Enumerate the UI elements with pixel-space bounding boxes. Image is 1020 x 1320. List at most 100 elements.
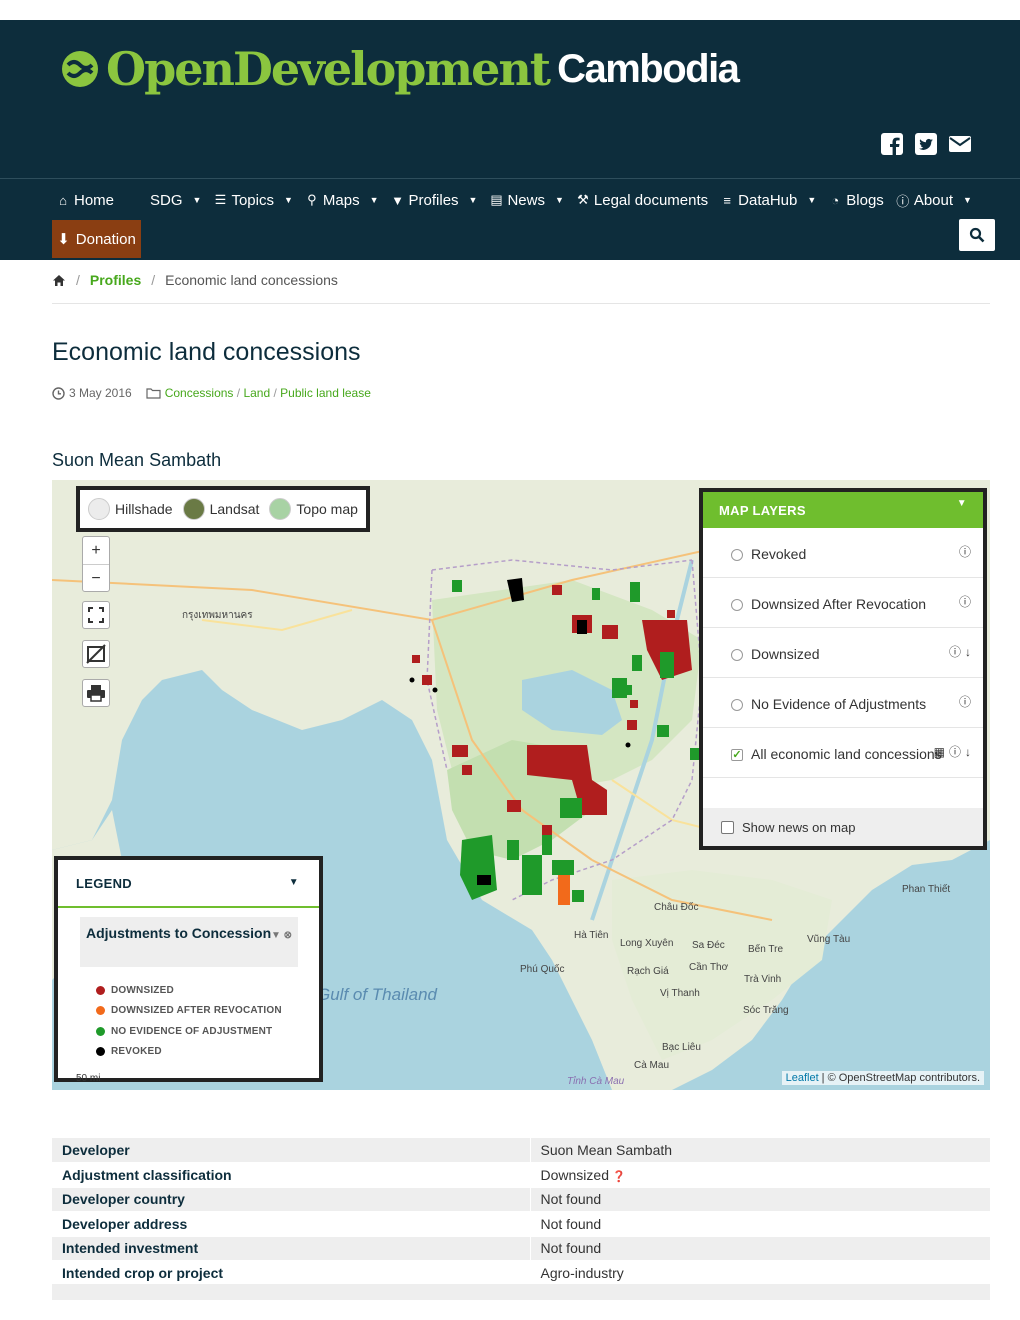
site-logo[interactable]: OpenDevelopment Cambodia — [60, 42, 740, 96]
basemap-switcher: Hillshade Landsat Topo map — [76, 486, 370, 532]
layer-radio[interactable] — [731, 649, 743, 661]
nav-item-blogs[interactable]: ◔ Blogs — [828, 189, 884, 211]
basemap-hillshade[interactable]: Hillshade — [84, 498, 177, 520]
map-place-label: Cần Thơ — [689, 962, 729, 973]
map-layer-tools: ⓘ — [959, 590, 971, 615]
basemap-label: Hillshade — [115, 501, 173, 517]
envelope-icon[interactable] — [948, 132, 972, 156]
details-row: Intended crop or project Agro-industry — [52, 1260, 990, 1286]
info-icon[interactable]: ⓘ — [949, 640, 961, 665]
layer-radio[interactable] — [731, 599, 743, 611]
zoom-out-button[interactable]: − — [83, 565, 109, 593]
map-place-label: Vũng Tàu — [807, 934, 851, 945]
donation-button[interactable]: ⬇ Donation — [52, 220, 141, 258]
home-icon[interactable] — [52, 274, 66, 287]
nav-item-about[interactable]: ⓘ About ▼ — [896, 189, 972, 211]
basemap-landsat[interactable]: Landsat — [179, 498, 264, 520]
map-layer-item[interactable]: Downsized After Revocation ⓘ — [703, 578, 983, 628]
map-layers-header[interactable]: MAP LAYERS ▼ — [703, 492, 983, 528]
show-news-checkbox[interactable] — [721, 820, 734, 834]
post-tag-link[interactable]: Public land lease — [280, 386, 371, 400]
breadcrumb-profiles-link[interactable]: Profiles — [90, 272, 141, 288]
nav-item-datahub[interactable]: ≡ DataHub ▼ — [720, 189, 816, 211]
caret-down-icon: ▼ — [956, 498, 967, 509]
details-key: Intended crop or project — [52, 1260, 531, 1286]
info-icon[interactable]: ⓘ — [959, 590, 971, 615]
nav-item-news[interactable]: ▤ News ▼ — [489, 189, 564, 211]
show-news-toggle[interactable]: Show news on map — [703, 808, 983, 846]
layer-radio[interactable] — [731, 699, 743, 711]
zoom-in-button[interactable]: + — [83, 537, 109, 565]
legend-group-controls[interactable]: ▼ ⊗ — [271, 923, 292, 948]
nav-label: Blogs — [846, 191, 884, 209]
nav-item-topics[interactable]: ☰ Topics ▼ — [213, 189, 293, 211]
caret-down-icon: ▼ — [283, 195, 293, 205]
map-place-label: Bạc Liêu — [662, 1042, 701, 1053]
caret-down-icon: ▼ — [369, 195, 379, 205]
map-place-label: Tỉnh Cà Mau — [567, 1076, 625, 1087]
caret-down-icon: ▼ — [807, 195, 817, 205]
question-circle-icon[interactable]: ❓ — [609, 1171, 626, 1183]
details-key: Intended investment — [52, 1236, 531, 1261]
newspaper-icon: ▤ — [490, 192, 503, 207]
map-place-label: Phan Thiết — [902, 884, 951, 895]
fullscreen-button[interactable] — [82, 601, 110, 629]
map-layer-item[interactable]: ✓ All economic land concessions ▦ ⓘ ↓ — [703, 728, 983, 778]
layer-radio[interactable] — [731, 549, 743, 561]
facebook-icon[interactable] — [880, 132, 904, 156]
logo-mark-icon — [62, 51, 98, 87]
layer-checked-icon[interactable]: ✓ — [731, 749, 743, 761]
legend-item: DOWNSIZED — [96, 980, 282, 1001]
map-layer-item[interactable]: Downsized ⓘ ↓ — [703, 628, 983, 678]
toggle-layers-button[interactable] — [82, 640, 110, 668]
details-value-text: Not found — [540, 1215, 602, 1232]
details-value: Suon Mean Sambath — [530, 1138, 990, 1163]
info-icon[interactable]: ⓘ — [959, 690, 971, 715]
map-layer-item[interactable]: Revoked ⓘ — [703, 528, 983, 578]
print-button[interactable] — [82, 679, 110, 707]
social-links — [880, 132, 972, 156]
map-layer-tools: ⓘ — [959, 690, 971, 715]
basemap-topo[interactable]: Topo map — [265, 498, 361, 520]
breadcrumb: / Profiles / Economic land concessions — [52, 272, 338, 288]
map-layer-tools: ⓘ ↓ — [949, 640, 971, 665]
map-layers-title: MAP LAYERS — [719, 502, 806, 518]
breadcrumb-separator: / — [151, 272, 156, 288]
nav-item-sdg[interactable]: SDG ▼ — [150, 189, 201, 211]
info-icon[interactable]: ⓘ — [959, 540, 971, 565]
download-icon[interactable]: ↓ — [965, 740, 971, 765]
nav-item-home[interactable]: ⌂ Home — [56, 189, 114, 211]
legend-group: Adjustments to Concession ▼ ⊗ — [80, 917, 298, 967]
details-value-text: Agro-industry — [540, 1264, 624, 1281]
post-tag-link[interactable]: Concessions — [165, 386, 234, 400]
nav-item-maps[interactable]: ⚲ Maps ▼ — [305, 189, 379, 211]
details-value: Downsized ❓ — [530, 1162, 990, 1188]
tag-separator: / — [270, 386, 281, 400]
map-place-label: Sóc Trăng — [743, 1005, 789, 1016]
post-date: 3 May 2016 — [69, 386, 132, 400]
info-icon[interactable]: ⓘ — [949, 740, 961, 765]
caret-down-icon: ▼ — [192, 195, 202, 205]
developer-heading: Suon Mean Sambath — [52, 450, 222, 470]
details-key: Adjustment classification — [52, 1162, 531, 1188]
breadcrumb-current: Economic land concessions — [165, 272, 338, 288]
map-place-label: Rạch Giá — [627, 966, 669, 977]
download-icon[interactable]: ↓ — [965, 640, 971, 665]
map-layer-item[interactable]: No Evidence of Adjustments ⓘ — [703, 678, 983, 728]
nav-item-legal-documents[interactable]: ⚒ Legal documents — [576, 189, 708, 211]
table-icon[interactable]: ▦ — [934, 740, 945, 765]
attribution-text: | © OpenStreetMap contributors. — [818, 1072, 980, 1084]
post-tag-link[interactable]: Land — [243, 386, 270, 400]
search-button[interactable] — [959, 219, 995, 251]
nav-label: Topics — [231, 191, 274, 209]
leaflet-link[interactable]: Leaflet — [786, 1072, 819, 1084]
nav-item-profiles[interactable]: ▼ Profiles ▼ — [391, 189, 477, 211]
twitter-icon[interactable] — [914, 132, 938, 156]
search-icon — [969, 227, 985, 243]
details-value-text: Downsized — [540, 1166, 609, 1183]
details-row: Developer address Not found — [52, 1211, 990, 1237]
legend-header[interactable]: LEGEND ▼ — [58, 860, 319, 908]
nav-label: Maps — [322, 191, 360, 209]
map-place-label: Cà Mau — [634, 1060, 670, 1071]
map-marker-icon: ⚲ — [307, 192, 317, 207]
